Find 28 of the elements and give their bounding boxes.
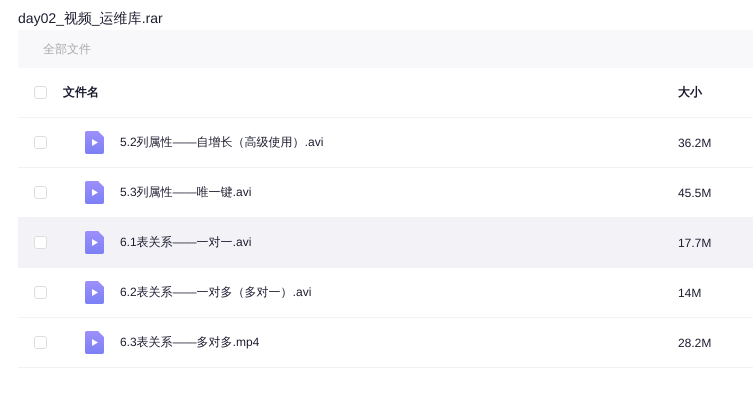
video-file-icon (85, 331, 104, 354)
file-name[interactable]: 5.3列属性——唯一键.avi (120, 184, 252, 201)
file-size: 36.2M (678, 136, 712, 150)
row-checkbox[interactable] (34, 336, 47, 349)
column-header: 文件名 (63, 84, 99, 101)
video-file-icon (85, 131, 104, 154)
file-row[interactable]: 5.2列属性——自增长（高级使用）.avi 36.2M (18, 118, 753, 168)
file-row[interactable]: 6.1表关系——一对一.avi 17.7M (18, 218, 753, 268)
file-size: 45.5M (678, 186, 712, 200)
row-checkbox[interactable] (34, 186, 47, 199)
select-all-checkbox[interactable] (34, 86, 47, 99)
column-header: 大小 (678, 84, 704, 101)
video-file-icon (85, 281, 104, 304)
archive-title: day02_视频_运维库.rar (17, 9, 164, 28)
row-checkbox[interactable] (34, 236, 47, 249)
file-name[interactable]: 6.3表关系——多对多.mp4 (120, 334, 260, 351)
video-file-icon (85, 231, 104, 254)
file-size: 17.7M (678, 236, 712, 250)
file-name[interactable]: 5.2列属性——自增长（高级使用）.avi (120, 134, 324, 151)
video-file-icon (85, 181, 104, 204)
file-row[interactable]: 6.3表关系——多对多.mp4 28.2M (18, 318, 753, 368)
row-checkbox[interactable] (34, 136, 47, 149)
file-name[interactable]: 6.2表关系——一对多（多对一）.avi (120, 284, 312, 301)
file-size: 28.2M (678, 336, 712, 350)
file-size: 14M (678, 286, 702, 300)
row-checkbox[interactable] (34, 286, 47, 299)
file-row[interactable]: 6.2表关系——一对多（多对一）.avi 14M (18, 268, 753, 318)
file-name[interactable]: 6.1表关系——一对一.avi (120, 234, 252, 251)
